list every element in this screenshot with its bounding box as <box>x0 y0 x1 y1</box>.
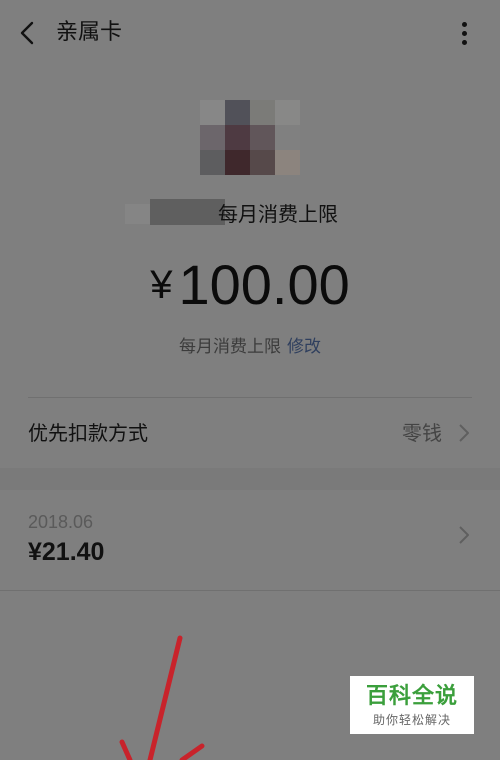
payment-method-row[interactable]: 优先扣款方式 零钱 <box>0 398 500 468</box>
back-arrow-icon <box>20 21 34 45</box>
page-title: 亲属卡 <box>56 20 123 45</box>
bill-month: 2018.06 <box>28 512 94 532</box>
limit-edit-row: 每月消费上限 修改 <box>0 334 500 360</box>
red-arrow-annotation <box>119 635 205 760</box>
back-button[interactable] <box>14 18 44 48</box>
top-bar: 亲属卡 <box>0 0 500 66</box>
chevron-right-icon <box>459 424 469 442</box>
limit-amount: ¥100.00 <box>0 252 500 318</box>
avatar <box>200 100 300 175</box>
limit-title: 每月消费上限 <box>218 202 338 226</box>
bill-amount: ¥21.40 <box>28 538 105 566</box>
watermark-badge: 百科全说 助你轻松解决 <box>350 676 474 734</box>
blurred-name <box>150 199 225 225</box>
more-vertical-icon <box>458 22 470 45</box>
payment-method-value: 零钱 <box>402 421 442 445</box>
watermark-sub: 助你轻松解决 <box>372 713 451 727</box>
section-gap <box>0 468 500 490</box>
edit-limit-link[interactable]: 修改 <box>287 337 321 357</box>
divider <box>0 590 500 591</box>
chevron-right-icon <box>459 526 469 544</box>
payment-method-label: 优先扣款方式 <box>28 421 148 445</box>
amount-value: 100.00 <box>178 253 350 316</box>
watermark-main: 百科全说 <box>365 684 458 709</box>
currency-symbol: ¥ <box>150 263 173 307</box>
limit-row-label: 每月消费上限 <box>179 337 281 357</box>
more-menu-button[interactable] <box>458 18 470 48</box>
bill-row[interactable]: 2018.06 ¥21.40 <box>0 490 500 590</box>
